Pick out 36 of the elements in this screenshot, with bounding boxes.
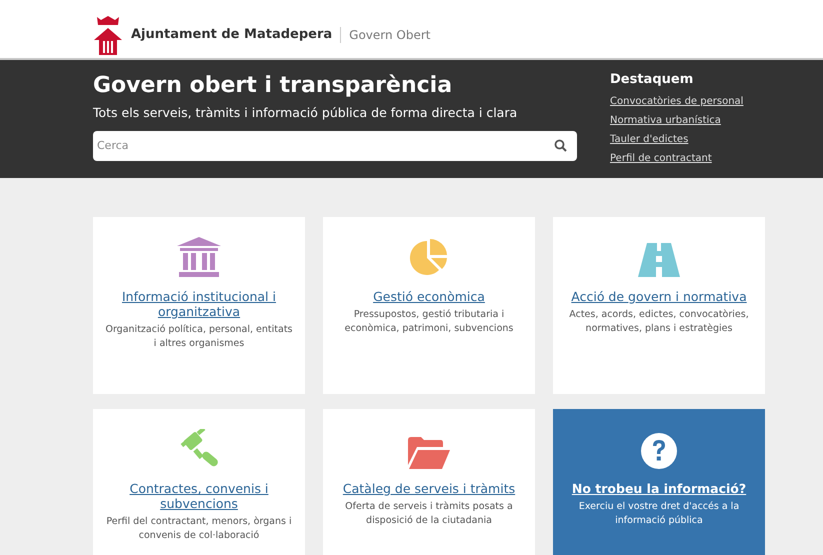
card-description: Perfil del contractant, menors, òrgans i convenis de col·laboració bbox=[105, 515, 293, 543]
topic-card[interactable]: Informació institucional i organitzativa Organització política, personal, entitats i altres organismes bbox=[93, 217, 305, 394]
card-title-link[interactable]: Informació institucional i organitzativa bbox=[105, 289, 293, 319]
card-description: Oferta de serveis i tràmits posats a disposició de la ciutadania bbox=[344, 500, 514, 528]
highlight-link[interactable]: Perfil de contractant bbox=[610, 148, 712, 168]
highlight-link[interactable]: Convocatòries de personal bbox=[610, 92, 744, 110]
topic-card[interactable]: Gestió econòmica Pressupostos, gestió tributaria i econòmica, patrimoni, subvencions bbox=[323, 217, 535, 394]
section-name: Govern Obert bbox=[349, 27, 431, 44]
search-icon[interactable] bbox=[554, 138, 567, 152]
topic-card[interactable]: Contractes, convenis i subvencions Perfil del contractant, menors, òrgans i convenis de col·laboració bbox=[93, 409, 305, 555]
organization-name[interactable]: Ajuntament de Matadepera bbox=[131, 25, 332, 45]
folder-icon bbox=[408, 437, 450, 469]
card-description: Actes, acords, edictes, convocatòries, normatives, plans i estratègies bbox=[568, 308, 750, 336]
card-title-link[interactable]: Contractes, convenis i subvencions bbox=[105, 481, 293, 511]
search-field[interactable]: Cerca bbox=[93, 130, 577, 161]
page-title: Govern obert i transparència bbox=[93, 72, 454, 100]
help-icon bbox=[641, 433, 677, 469]
pie-chart-icon bbox=[409, 237, 449, 277]
building-icon bbox=[177, 237, 221, 277]
highlight-link[interactable]: Normativa urbanística bbox=[610, 110, 721, 130]
card-title-link[interactable]: Acció de govern i normativa bbox=[571, 289, 747, 304]
help-card[interactable]: No trobeu la informació? Exerciu el vostre dret d'accés a la informació pública bbox=[553, 409, 765, 555]
highlights-title: Destaquem bbox=[610, 71, 694, 89]
gavel-icon bbox=[179, 429, 219, 469]
topic-card[interactable]: Acció de govern i normativa Actes, acords, edictes, convocatòries, normatives, plans i estratègies bbox=[553, 217, 765, 394]
road-icon bbox=[638, 243, 680, 277]
card-description: Pressupostos, gestió tributaria i econòmica, patrimoni, subvencions bbox=[344, 308, 514, 336]
highlight-link[interactable]: Tauler d'edictes bbox=[610, 130, 688, 148]
card-title-link[interactable]: No trobeu la informació? bbox=[572, 481, 746, 496]
card-title-link[interactable]: Catàleg de serveis i tràmits bbox=[342, 481, 516, 496]
page-subtitle: Tots els serveis, tràmits i informació pública de forma directa i clara bbox=[93, 104, 518, 122]
card-title-link[interactable]: Gestió econòmica bbox=[373, 289, 485, 304]
coat-of-arms-logo bbox=[93, 15, 123, 55]
card-description: Organització política, personal, entitats i altres organismes bbox=[105, 323, 293, 351]
topic-card[interactable]: Catàleg de serveis i tràmits Oferta de serveis i tràmits posats a disposició de la ciutadania bbox=[323, 409, 535, 555]
card-description: Exerciu el vostre dret d'accés a la informació pública bbox=[578, 500, 740, 528]
